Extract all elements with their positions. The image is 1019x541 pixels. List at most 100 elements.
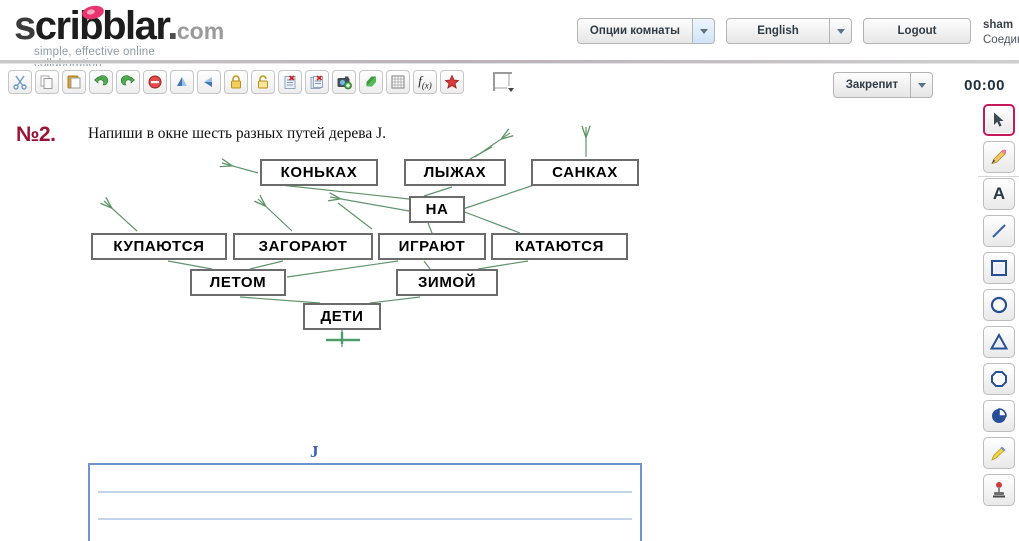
- scribblar-logo: scribblar.com simple, effective online c…: [14, 3, 225, 70]
- arrow-green-icon: [366, 76, 376, 87]
- tool-stamp[interactable]: [983, 474, 1015, 506]
- lock-closed-icon: [231, 75, 241, 89]
- tool-arc[interactable]: [983, 400, 1015, 432]
- redo-button[interactable]: [116, 70, 140, 94]
- circle-icon: [990, 296, 1008, 314]
- tool-ellipse[interactable]: [983, 289, 1015, 321]
- tool-rectangle[interactable]: [983, 252, 1015, 284]
- main-toolbar: f(x) Закрепит 00:00: [0, 66, 1019, 177]
- flip-vertical-icon: [177, 77, 187, 86]
- room-options-label[interactable]: Опции комнаты: [576, 18, 693, 44]
- tree-node-deti[interactable]: ДЕТИ: [303, 303, 381, 330]
- copy-button[interactable]: [35, 70, 59, 94]
- stamp-icon: [993, 482, 1005, 498]
- tree-node-zagorayut[interactable]: ЗАГОРАЮТ: [233, 233, 373, 260]
- lock-button[interactable]: [224, 70, 248, 94]
- cut-button[interactable]: [8, 70, 32, 94]
- tool-triangle[interactable]: [983, 326, 1015, 358]
- marker-icon: [991, 446, 1006, 461]
- paste-icon: [67, 75, 81, 89]
- forbidden-icon: [148, 75, 162, 89]
- whiteboard-canvas[interactable]: №2. Напиши в окне шесть разных путей дер…: [0, 111, 978, 541]
- chevron-down-icon: [836, 28, 845, 34]
- tool-polygon[interactable]: [983, 363, 1015, 395]
- tree-node-lyzhah[interactable]: ЛЫЖАХ: [404, 159, 506, 186]
- tree-node-zimoy[interactable]: ЗИМОЙ: [396, 269, 498, 296]
- tree-node-konkah[interactable]: КОНЬКАХ: [260, 159, 378, 186]
- scribblar-app: scribblar.com simple, effective online c…: [0, 0, 1019, 541]
- cursor-icon: [994, 112, 1004, 127]
- line-icon: [992, 224, 1006, 238]
- clear-all-pages-button[interactable]: [305, 70, 329, 94]
- user-name: sham: [983, 19, 1014, 31]
- color-picker-button[interactable]: [492, 71, 516, 94]
- root-label: J: [310, 442, 319, 461]
- drawing-tools-panel: A: [981, 104, 1017, 506]
- copy-icon: [40, 75, 53, 89]
- text-a-icon: A: [992, 184, 1006, 203]
- pages-x-icon: [310, 75, 323, 89]
- lock-label[interactable]: Закрепит: [832, 72, 912, 98]
- page-x-icon: [284, 75, 296, 89]
- formula-fx-icon: f(x): [418, 73, 432, 91]
- tool-text[interactable]: A: [983, 178, 1015, 210]
- tool-line[interactable]: [983, 215, 1015, 247]
- tree-node-igrayut[interactable]: ИГРАЮТ: [378, 233, 486, 260]
- tree-node-sankah[interactable]: САНКАХ: [531, 159, 639, 186]
- triangle-icon: [989, 332, 1009, 350]
- answer-ruled-lines: [98, 491, 632, 520]
- tree-node-kupayutsya[interactable]: КУПАЮТСЯ: [91, 233, 227, 260]
- answer-textbox[interactable]: [88, 463, 642, 541]
- language-caret[interactable]: [830, 18, 852, 44]
- logo-text-s: s: [14, 4, 36, 48]
- chevron-down-icon: [917, 82, 926, 88]
- formula-button[interactable]: f(x): [413, 70, 437, 94]
- room-options-caret[interactable]: [693, 18, 715, 44]
- tool-pencil[interactable]: [983, 141, 1015, 173]
- undo-icon: [94, 75, 109, 86]
- unlock-button[interactable]: [251, 70, 275, 94]
- grid-icon: [391, 75, 405, 89]
- session-timer: 00:00: [964, 76, 1005, 94]
- toolbar-right-group: Закрепит 00:00: [832, 72, 1005, 98]
- room-options-dropdown[interactable]: Опции комнаты: [576, 18, 715, 44]
- delete-button[interactable]: [143, 70, 167, 94]
- chevron-down-icon: [507, 86, 516, 94]
- paste-button[interactable]: [62, 70, 86, 94]
- lock-caret[interactable]: [911, 72, 934, 98]
- clear-page-button[interactable]: [278, 70, 302, 94]
- tool-highlighter[interactable]: [983, 437, 1015, 469]
- add-image-button[interactable]: [332, 70, 356, 94]
- flip-horizontal-icon: [204, 77, 212, 87]
- pencil-icon: [991, 149, 1007, 165]
- scissors-icon: [13, 75, 27, 90]
- language-dropdown[interactable]: English: [726, 18, 852, 44]
- flip-vertical-button[interactable]: [170, 70, 194, 94]
- tree-node-letom[interactable]: ЛЕТОМ: [190, 269, 286, 296]
- tree-node-na[interactable]: НА: [409, 196, 465, 223]
- connection-status: Соедин: [983, 34, 1019, 46]
- flip-horizontal-button[interactable]: [197, 70, 221, 94]
- lock-open-icon: [258, 75, 268, 89]
- clipart-button[interactable]: [440, 70, 464, 94]
- redo-icon: [120, 75, 135, 86]
- grid-button[interactable]: [386, 70, 410, 94]
- logout-button[interactable]: Logout: [863, 18, 971, 44]
- star-red-icon: [444, 74, 460, 89]
- octagon-icon: [991, 371, 1007, 387]
- root-marker-icon: [326, 332, 360, 344]
- logo-text-com: com: [176, 18, 225, 44]
- tree-node-kataytsya[interactable]: КАТАЮТСЯ: [491, 233, 628, 260]
- pie-icon: [992, 408, 1007, 423]
- chevron-down-icon: [699, 28, 708, 34]
- pointer-tool-button[interactable]: [359, 70, 383, 94]
- camera-plus-icon: [337, 76, 352, 90]
- user-info: sham Соедин: [983, 18, 1019, 48]
- logo-text-dot: .: [167, 4, 178, 48]
- header-divider-light: [0, 63, 1019, 64]
- lock-dropdown[interactable]: Закрепит: [832, 72, 934, 98]
- undo-button[interactable]: [89, 70, 113, 94]
- tool-select[interactable]: [983, 104, 1015, 136]
- language-label[interactable]: English: [726, 18, 830, 44]
- app-header: scribblar.com simple, effective online c…: [0, 0, 1019, 70]
